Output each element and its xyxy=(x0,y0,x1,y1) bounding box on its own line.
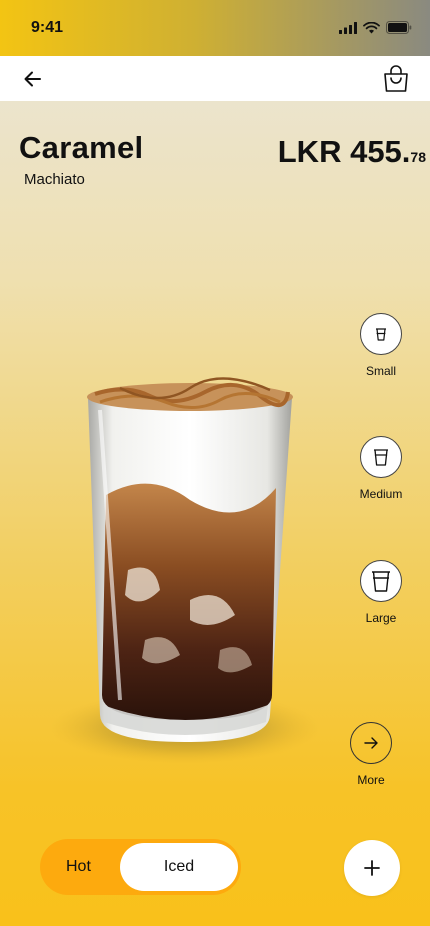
size-option-medium[interactable]: Medium xyxy=(341,436,421,501)
size-medium-button[interactable] xyxy=(360,436,402,478)
shopping-bag-icon xyxy=(384,65,408,92)
large-cup-icon xyxy=(372,571,390,592)
price-cents: 78 xyxy=(410,149,426,165)
toggle-iced-option[interactable]: Iced xyxy=(120,843,238,891)
back-button[interactable] xyxy=(20,66,46,92)
status-bar: 9:41 xyxy=(0,0,430,56)
drink-image xyxy=(50,377,320,764)
status-icons xyxy=(339,21,412,34)
size-option-small[interactable]: Small xyxy=(341,313,421,378)
size-small-button[interactable] xyxy=(360,313,402,355)
size-small-label: Small xyxy=(365,364,396,378)
status-time: 9:41 xyxy=(31,19,64,36)
cart-button[interactable] xyxy=(382,65,410,93)
toggle-hot-option[interactable]: Hot xyxy=(66,858,91,876)
more-label: More xyxy=(357,773,385,787)
product-name: Caramel xyxy=(19,130,144,165)
more-option[interactable]: More xyxy=(331,722,411,787)
product-variant: Machiato xyxy=(24,171,85,188)
arrow-left-icon xyxy=(24,71,41,87)
temperature-toggle[interactable]: Hot Iced xyxy=(40,839,241,895)
plus-icon xyxy=(364,860,380,876)
size-medium-label: Medium xyxy=(359,487,403,501)
product-price: LKR 455.78 xyxy=(278,134,426,170)
add-to-cart-button[interactable] xyxy=(344,840,400,896)
small-cup-icon xyxy=(376,328,386,341)
arrow-right-icon xyxy=(364,737,378,749)
cellular-signal-icon xyxy=(339,21,357,34)
wifi-icon xyxy=(363,21,380,33)
size-large-label: Large xyxy=(365,611,397,625)
nav-bar xyxy=(0,56,430,101)
size-option-large[interactable]: Large xyxy=(341,560,421,625)
medium-cup-icon xyxy=(374,449,388,466)
size-large-button[interactable] xyxy=(360,560,402,602)
price-main: LKR 455. xyxy=(277,134,411,169)
battery-icon xyxy=(386,21,412,34)
more-button[interactable] xyxy=(350,722,392,764)
